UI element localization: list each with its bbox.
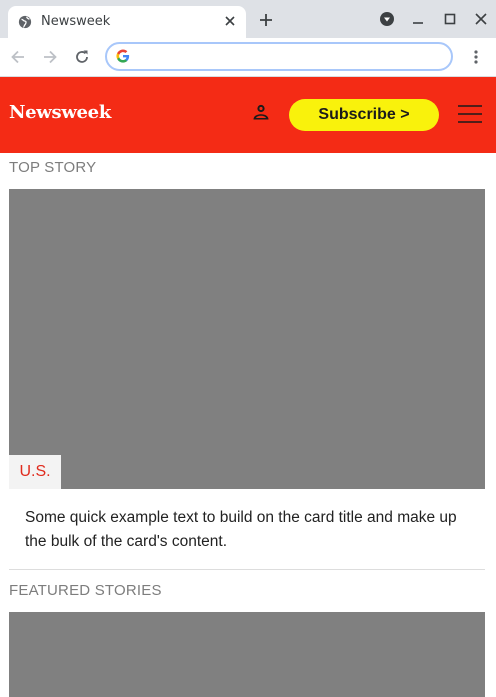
reload-icon[interactable] <box>73 48 91 66</box>
url-input[interactable] <box>139 47 439 67</box>
maximize-icon[interactable] <box>443 12 457 26</box>
minimize-icon[interactable] <box>411 12 425 26</box>
browser-tab[interactable]: Newsweek <box>8 6 246 38</box>
featured-stories-label: FEATURED STORIES <box>9 582 162 599</box>
more-options-icon[interactable] <box>467 48 485 66</box>
top-story-label: TOP STORY <box>9 159 97 176</box>
globe-icon <box>18 15 32 29</box>
tab-title: Newsweek <box>41 14 111 29</box>
featured-story-image[interactable] <box>9 612 485 697</box>
close-tab-icon[interactable] <box>223 14 237 28</box>
browser-tabstrip: Newsweek <box>0 0 496 38</box>
back-icon[interactable] <box>9 48 27 66</box>
new-tab-icon[interactable] <box>259 13 273 27</box>
newsweek-logo[interactable]: Newsweek <box>9 102 111 123</box>
subscribe-button[interactable]: Subscribe > <box>289 99 439 131</box>
top-story-image[interactable] <box>9 189 485 489</box>
section-divider <box>9 569 485 570</box>
category-badge[interactable]: U.S. <box>9 455 61 489</box>
profile-dropdown-icon[interactable] <box>380 12 394 26</box>
close-window-icon[interactable] <box>474 12 488 26</box>
site-header: Newsweek Subscribe > <box>0 77 496 153</box>
hamburger-menu-icon[interactable] <box>457 104 483 124</box>
top-story-text[interactable]: Some quick example text to build on the … <box>25 506 475 554</box>
browser-toolbar <box>0 38 496 77</box>
google-icon <box>116 49 130 63</box>
address-bar[interactable] <box>105 42 453 71</box>
forward-icon[interactable] <box>41 48 59 66</box>
user-account-icon[interactable] <box>252 103 270 121</box>
